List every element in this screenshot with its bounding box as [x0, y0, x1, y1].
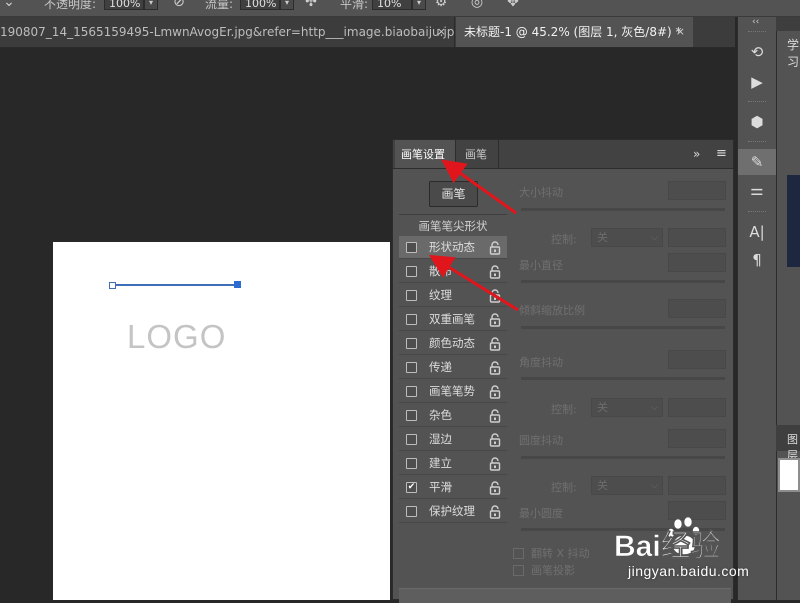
- annotation-arrows: [428, 159, 519, 312]
- panel-grip[interactable]: [748, 101, 766, 105]
- right-panel-strip: [776, 17, 800, 600]
- panel-grip[interactable]: [748, 211, 766, 215]
- watermark-brand: Bai经验: [614, 529, 721, 563]
- brush-settings-icon[interactable]: ✎: [738, 149, 776, 175]
- learn-tab[interactable]: 学习: [787, 36, 800, 70]
- paragraph-icon[interactable]: ¶: [738, 247, 776, 273]
- history-icon[interactable]: ⟲: [738, 39, 776, 65]
- learn-thumbnail[interactable]: [787, 175, 800, 267]
- play-actions-icon[interactable]: ▶: [738, 69, 776, 95]
- adjust-sliders-icon[interactable]: ⚌: [738, 177, 776, 203]
- panel-grip[interactable]: [748, 31, 766, 35]
- character-icon[interactable]: A|: [738, 219, 776, 245]
- arrow-to-brush-settings-tab: [441, 159, 517, 215]
- right-panel-header: [776, 17, 800, 31]
- 3d-cube-icon[interactable]: ⬢: [738, 109, 776, 135]
- watermark-url: jingyan.baidu.com: [628, 563, 750, 579]
- tool-icon-column: ⟲ ▶ ⬢ ✎ ⚌ A| ¶: [737, 17, 776, 600]
- arrow-to-shape-dynamics: [428, 254, 519, 312]
- layer-thumbnail[interactable]: [778, 458, 800, 492]
- collapse-icon[interactable]: ‹‹: [752, 17, 759, 27]
- panel-grip[interactable]: [748, 141, 766, 145]
